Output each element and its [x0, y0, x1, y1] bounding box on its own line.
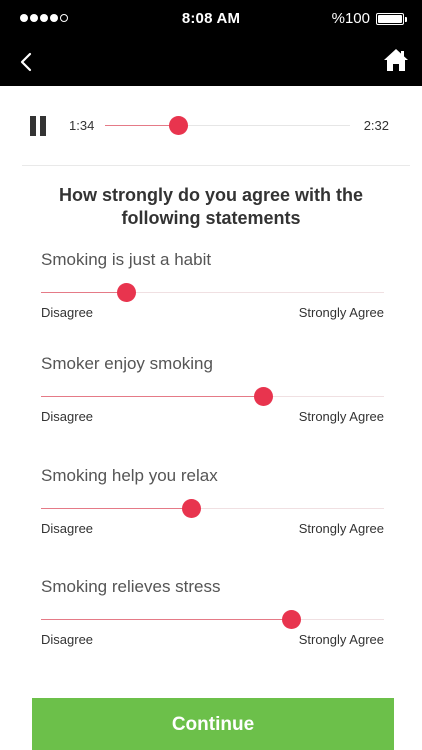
- agreement-slider-filled: [41, 619, 292, 620]
- max-label: Strongly Agree: [298, 409, 384, 424]
- pause-button[interactable]: [28, 116, 48, 136]
- agreement-slider-track[interactable]: [41, 283, 384, 302]
- audio-progress-track[interactable]: [105, 116, 350, 135]
- agreement-slider-thumb[interactable]: [254, 387, 274, 406]
- max-label: Strongly Agree: [298, 521, 384, 536]
- max-label: Strongly Agree: [298, 305, 384, 320]
- chevron-left-icon: [20, 52, 32, 72]
- navigation-bar: [0, 38, 422, 86]
- max-label: Strongly Agree: [298, 632, 384, 647]
- battery-percentage: %100: [331, 10, 370, 27]
- pause-icon: [30, 116, 36, 136]
- home-icon: [384, 49, 408, 71]
- agreement-slider-thumb[interactable]: [281, 610, 301, 629]
- statement-slider-1: Smoking is just a habit Disagree Strongl…: [41, 250, 384, 320]
- statement-slider-2: Smoker enjoy smoking Disagree Strongly A…: [41, 354, 384, 424]
- min-label: Disagree: [41, 305, 94, 320]
- home-button[interactable]: [382, 46, 410, 74]
- statement-label: Smoker enjoy smoking: [41, 354, 213, 373]
- continue-button[interactable]: Continue: [32, 698, 394, 750]
- agreement-slider-thumb[interactable]: [117, 283, 137, 302]
- min-label: Disagree: [41, 409, 94, 424]
- current-time: 1:34: [69, 118, 95, 133]
- divider: [22, 165, 410, 166]
- agreement-slider-filled: [41, 292, 127, 293]
- audio-player: 1:34 2:32: [0, 86, 422, 166]
- audio-progress-played: [105, 125, 179, 126]
- back-button[interactable]: [14, 48, 42, 76]
- agreement-slider-track[interactable]: [41, 499, 384, 518]
- total-time: 2:32: [363, 118, 389, 133]
- agreement-slider-track[interactable]: [41, 610, 384, 629]
- agreement-slider-thumb[interactable]: [182, 499, 202, 518]
- min-label: Disagree: [41, 632, 94, 647]
- agreement-slider-filled: [41, 396, 264, 397]
- statement-label: Smoking help you relax: [41, 466, 218, 485]
- statement-slider-4: Smoking relieves stress Disagree Strongl…: [41, 577, 384, 647]
- statement-label: Smoking relieves stress: [41, 577, 221, 596]
- question-heading: How strongly do you agree with the follo…: [58, 185, 364, 228]
- agreement-slider-track[interactable]: [41, 387, 384, 406]
- statement-slider-3: Smoking help you relax Disagree Strongly…: [41, 466, 384, 536]
- agreement-slider-filled: [41, 508, 192, 509]
- statement-label: Smoking is just a habit: [41, 250, 212, 269]
- battery-icon: [376, 13, 407, 25]
- audio-progress-thumb[interactable]: [169, 116, 188, 135]
- status-bar: 8:08 AM %100: [0, 0, 422, 38]
- min-label: Disagree: [41, 521, 94, 536]
